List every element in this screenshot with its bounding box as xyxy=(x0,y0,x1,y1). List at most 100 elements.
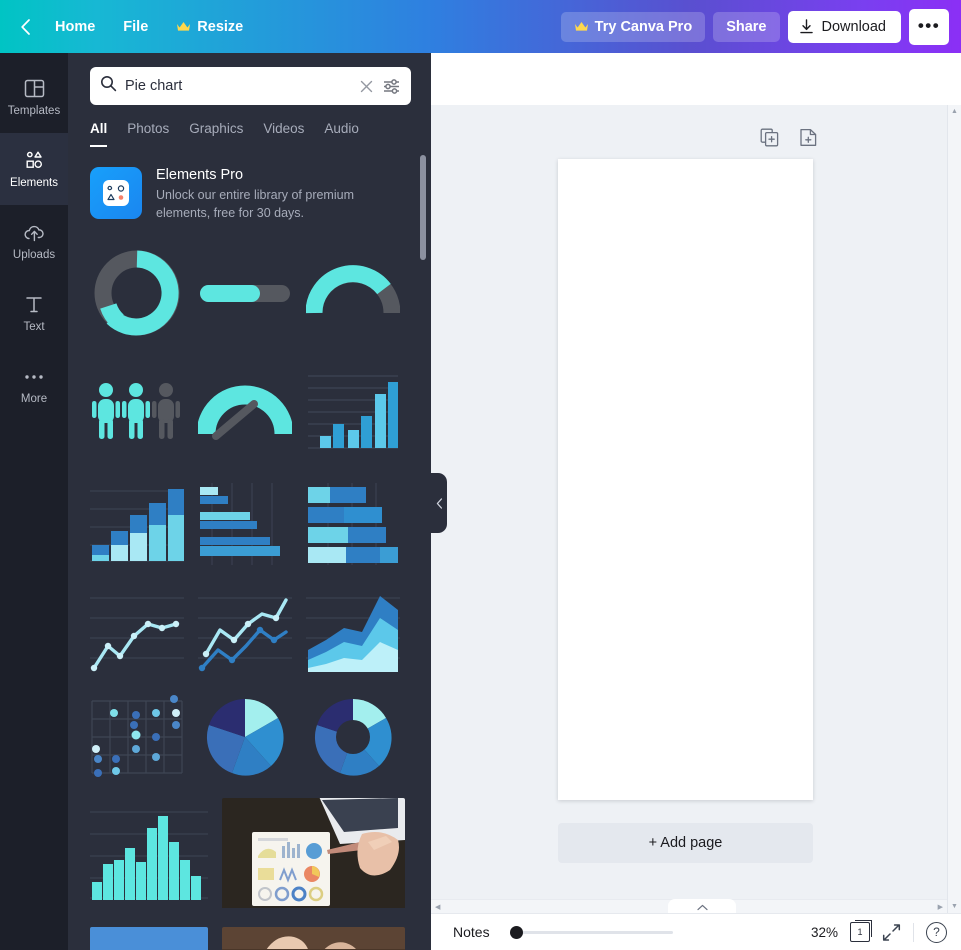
search-input[interactable] xyxy=(125,78,351,94)
sidebar-item-elements[interactable]: Elements xyxy=(0,133,68,205)
page-count-button[interactable]: 1 xyxy=(850,920,872,942)
results-row xyxy=(90,693,409,784)
share-button[interactable]: Share xyxy=(713,11,780,42)
results-row xyxy=(90,926,409,950)
templates-icon xyxy=(24,78,45,100)
add-page-label: + Add page xyxy=(648,835,723,851)
zoom-slider[interactable] xyxy=(509,925,673,939)
design-page[interactable] xyxy=(558,159,813,800)
sidebar-item-more[interactable]: More xyxy=(0,349,68,421)
ellipsis-icon xyxy=(23,366,45,388)
back-button[interactable] xyxy=(14,13,40,41)
promo-title: Elements Pro xyxy=(156,167,244,183)
download-label: Download xyxy=(821,18,887,35)
top-bar: Home File Resize Try Canva Pro Share Dow… xyxy=(0,0,961,53)
tab-label: All xyxy=(90,121,108,136)
duplicate-page-button[interactable] xyxy=(760,128,779,147)
pictogram-people-thumb[interactable] xyxy=(90,360,184,465)
tab-videos[interactable]: Videos xyxy=(263,121,304,147)
file-button[interactable]: File xyxy=(110,12,161,42)
bottom-bar: Notes 32% 1 ? xyxy=(431,913,961,950)
scroll-left-arrow-icon[interactable]: ◀ xyxy=(435,903,440,911)
results-grid xyxy=(68,223,431,950)
column-chart-thumb[interactable] xyxy=(306,360,400,465)
elements-panel: All Photos Graphics Videos Audio Element… xyxy=(68,53,431,950)
help-circle-icon: ? xyxy=(926,921,947,943)
scroll-right-arrow-icon[interactable]: ▶ xyxy=(938,903,943,911)
zoom-level-value[interactable]: 32% xyxy=(811,925,838,940)
notes-button[interactable]: Notes xyxy=(445,920,498,944)
home-button[interactable]: Home xyxy=(42,12,108,42)
canvas-top-strip xyxy=(431,53,961,105)
promo-text: Elements Pro Unlock our entire library o… xyxy=(156,167,407,223)
add-page-button[interactable] xyxy=(799,128,818,147)
pages-icon: 1 xyxy=(850,920,872,942)
add-page-bar-button[interactable]: + Add page xyxy=(558,823,813,863)
file-label: File xyxy=(123,18,149,35)
sidebar-item-text[interactable]: Text xyxy=(0,277,68,349)
zoom-slider-knob[interactable] xyxy=(509,925,523,939)
stacked-column-chart-thumb[interactable] xyxy=(90,479,184,574)
results-row xyxy=(90,479,409,574)
resize-button[interactable]: Resize xyxy=(163,12,256,42)
chevron-up-icon xyxy=(696,904,708,911)
tab-graphics[interactable]: Graphics xyxy=(189,121,243,147)
sidebar-item-label: Uploads xyxy=(12,248,56,261)
sidebar-item-label: Text xyxy=(23,320,45,333)
results-row xyxy=(90,797,409,913)
help-button[interactable]: ? xyxy=(926,921,947,943)
multi-line-chart-thumb[interactable] xyxy=(198,588,292,679)
filter-sliders-icon[interactable] xyxy=(382,78,401,95)
results-row xyxy=(90,241,409,346)
sidebar-item-label: More xyxy=(20,392,48,405)
sidebar-item-uploads[interactable]: Uploads xyxy=(0,205,68,277)
progress-bar-thumb[interactable] xyxy=(198,241,292,346)
text-icon xyxy=(24,294,44,316)
top-bar-left-group: Home File Resize xyxy=(0,12,256,42)
donut-chart-thumb[interactable] xyxy=(90,241,184,346)
donut-pie-chart-thumb[interactable] xyxy=(306,693,400,784)
share-label: Share xyxy=(726,18,767,35)
tab-label: Audio xyxy=(324,121,359,136)
tab-label: Graphics xyxy=(189,121,244,136)
crown-icon xyxy=(177,22,191,31)
page-count-value: 1 xyxy=(857,927,863,937)
collapse-panel-button[interactable] xyxy=(431,473,447,533)
duplicate-page-icon xyxy=(760,128,779,147)
try-canva-pro-button[interactable]: Try Canva Pro xyxy=(560,11,706,42)
vertical-scrollbar[interactable]: ▲ ▼ xyxy=(947,105,961,913)
try-canva-pro-label: Try Canva Pro xyxy=(594,18,693,35)
photo-desk-charts-thumb[interactable] xyxy=(222,797,405,913)
tab-all[interactable]: All xyxy=(90,121,108,147)
panel-scrollbar-thumb[interactable] xyxy=(420,155,426,260)
tab-audio[interactable]: Audio xyxy=(324,121,359,147)
results-row xyxy=(90,360,409,465)
upload-cloud-icon xyxy=(23,222,46,244)
fullscreen-button[interactable] xyxy=(882,923,901,942)
stacked-bar-chart-thumb[interactable] xyxy=(306,479,400,574)
sidebar-item-templates[interactable]: Templates xyxy=(0,61,68,133)
download-icon xyxy=(799,18,813,33)
histogram-thumb[interactable] xyxy=(90,798,208,913)
arc-gauge-thumb[interactable] xyxy=(306,241,400,346)
blue-graphic-thumb[interactable] xyxy=(90,926,208,950)
photo-hands-thumb[interactable] xyxy=(222,926,405,950)
line-chart-thumb[interactable] xyxy=(90,588,184,679)
speedometer-gauge-thumb[interactable] xyxy=(198,360,292,465)
scroll-up-arrow-icon[interactable]: ▲ xyxy=(951,108,958,115)
pie-chart-thumb[interactable] xyxy=(198,693,292,784)
scroll-down-arrow-icon[interactable]: ▼ xyxy=(951,903,958,910)
canvas-area: + Add page ▲ ▼ ◀ ▶ xyxy=(431,53,961,950)
scatter-plot-thumb[interactable] xyxy=(90,693,184,784)
add-page-icon xyxy=(800,128,817,146)
results-row xyxy=(90,588,409,679)
download-button[interactable]: Download xyxy=(787,10,901,43)
search-box[interactable] xyxy=(90,67,411,105)
horizontal-bar-chart-thumb[interactable] xyxy=(198,479,292,574)
clear-search-button[interactable] xyxy=(359,79,374,94)
search-icon xyxy=(100,75,117,97)
tab-photos[interactable]: Photos xyxy=(127,121,169,147)
more-options-button[interactable]: ••• xyxy=(909,8,949,45)
elements-pro-promo[interactable]: Elements Pro Unlock our entire library o… xyxy=(68,147,431,223)
stacked-area-chart-thumb[interactable] xyxy=(306,588,400,679)
